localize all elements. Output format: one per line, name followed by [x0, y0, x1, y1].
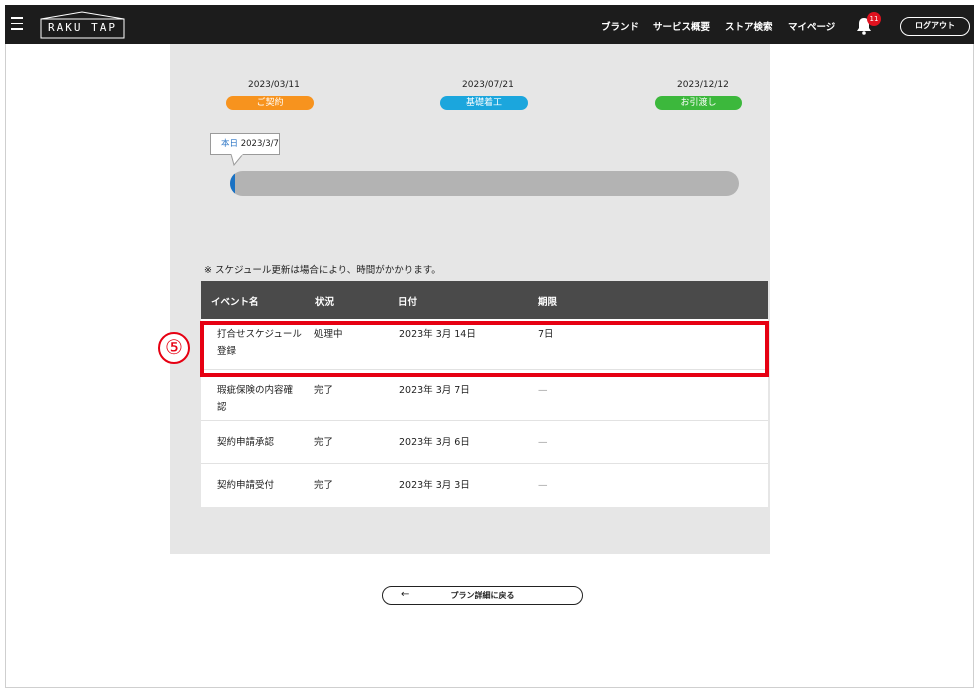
event-table: イベント名 状況 日付 期限 打合せスケジュール登録 処理中 2023年 3月 …: [201, 281, 768, 507]
menu-icon[interactable]: [11, 17, 23, 31]
milestone-date-foundation: 2023/07/21: [462, 80, 514, 90]
nav-my-page[interactable]: マイページ: [788, 19, 835, 33]
event-date: 2023年 3月 6日: [399, 437, 470, 448]
event-deadline: —: [538, 437, 548, 448]
col-status: 状況: [315, 297, 335, 308]
notification-badge: 11: [867, 12, 881, 26]
event-name: 瑕疵保険の内容確認: [217, 385, 294, 413]
schedule-progress-bar: [230, 171, 739, 196]
step-number-marker: ⑤: [158, 332, 190, 364]
table-row: 契約申請受付 完了 2023年 3月 3日 —: [201, 464, 768, 507]
event-name: 契約申請承認: [217, 437, 275, 448]
event-deadline: —: [538, 385, 548, 396]
today-callout: 本日 2023/3/7: [210, 133, 280, 155]
logo[interactable]: RAKU TAP: [40, 11, 125, 39]
event-name: 契約申請受付: [217, 480, 275, 491]
top-header: RAKU TAP ブランド サービス概要 ストア検索 マイページ 11 ログアウ…: [5, 5, 974, 44]
col-event-name: イベント名: [211, 297, 259, 308]
milestone-date-handover: 2023/12/12: [677, 80, 729, 90]
progress-fill: [230, 171, 236, 196]
today-label: 本日: [221, 139, 239, 149]
nav-store-search[interactable]: ストア検索: [725, 19, 773, 33]
event-date: 2023年 3月 3日: [399, 480, 470, 491]
event-status: 完了: [314, 480, 334, 491]
table-header: イベント名 状況 日付 期限: [201, 281, 768, 319]
today-date: 2023/3/7: [240, 139, 279, 149]
schedule-update-note: ※ スケジュール更新は場合により、時間がかかります。: [204, 265, 441, 276]
table-row: 瑕疵保険の内容確認 完了 2023年 3月 7日 —: [201, 370, 768, 421]
event-status: 完了: [314, 437, 334, 448]
highlight-box: [200, 321, 769, 377]
event-date: 2023年 3月 7日: [399, 385, 470, 396]
milestone-pill-contract: ご契約: [226, 96, 314, 110]
milestone-pill-foundation: 基礎着工: [440, 96, 528, 110]
event-status: 完了: [314, 385, 334, 396]
logout-button[interactable]: ログアウト: [900, 17, 970, 36]
back-button-label: プラン詳細に戻る: [450, 591, 515, 600]
col-date: 日付: [398, 297, 418, 308]
table-row: 契約申請承認 完了 2023年 3月 6日 —: [201, 421, 768, 464]
milestone-pill-handover: お引渡し: [655, 96, 742, 110]
back-to-plan-button[interactable]: ← プラン詳細に戻る: [382, 586, 583, 605]
nav-service-overview[interactable]: サービス概要: [653, 19, 710, 33]
milestone-date-contract: 2023/03/11: [248, 80, 300, 90]
logo-text: RAKU TAP: [48, 21, 117, 34]
event-deadline: —: [538, 480, 548, 491]
col-deadline: 期限: [538, 297, 558, 308]
nav-brand[interactable]: ブランド: [601, 19, 639, 33]
